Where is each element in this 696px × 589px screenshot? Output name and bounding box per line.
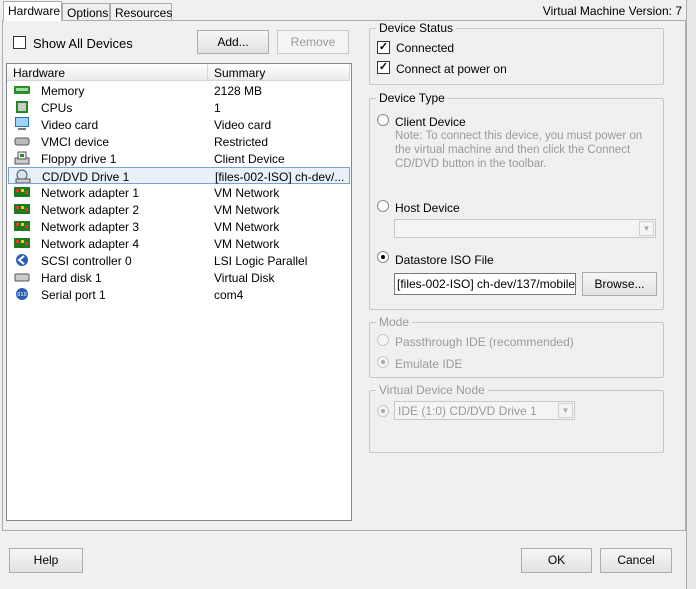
list-item[interactable]: SCSI controller 0 LSI Logic Parallel [8,252,350,269]
svg-text:010: 010 [17,292,27,298]
device-type-group: Device Type Client Device Note: To conne… [369,91,664,310]
add-button[interactable]: Add... [197,30,269,54]
item-summary: Video card [214,118,272,132]
datastore-iso-radio[interactable] [377,251,389,263]
item-name: CPUs [41,101,73,115]
item-name: Memory [41,84,85,98]
emulate-ide-radio[interactable] [377,356,389,368]
list-item[interactable]: Video card Video card [8,116,350,133]
item-name: Network adapter 2 [41,203,140,217]
tab-resources[interactable]: Resources [110,3,172,20]
client-device-note: Note: To connect this device, you must p… [395,130,643,170]
virtual-device-node-title: Virtual Device Node [376,383,488,397]
item-name: Hard disk 1 [41,271,102,285]
item-summary: Client Device [214,152,285,166]
item-name: CD/DVD Drive 1 [42,170,130,184]
item-summary: LSI Logic Parallel [214,254,308,268]
list-item[interactable]: Network adapter 4 VM Network [8,235,350,252]
iso-path-input[interactable]: [files-002-ISO] ch-dev/137/mobileiron [394,273,576,295]
item-summary: 2128 MB [214,84,263,98]
virtual-device-node-select[interactable]: IDE (1:0) CD/DVD Drive 1 ▼ [394,401,575,420]
ok-button[interactable]: OK [521,548,592,573]
item-summary: VM Network [214,203,280,217]
client-device-radio[interactable] [377,114,389,126]
mode-group: Mode Passthrough IDE (recommended) Emula… [369,315,664,378]
help-button[interactable]: Help [9,548,83,573]
list-item[interactable]: VMCI device Restricted [8,133,350,150]
hardware-list[interactable]: Hardware Summary Memory 2128 MB CPUs 1 Video… [6,63,352,521]
scrollbar[interactable] [686,0,696,589]
connected-label: Connected [396,41,455,55]
device-status-title: Device Status [376,21,457,35]
monitor-icon [15,117,29,130]
network-adapter-icon [14,221,30,231]
datastore-iso-label: Datastore ISO File [395,253,494,267]
scsi-controller-icon [16,254,28,266]
cpu-icon [16,101,28,113]
chevron-down-icon: ▼ [639,221,654,236]
tab-options[interactable]: Options [62,3,110,20]
list-item[interactable]: Floppy drive 1 Client Device [8,150,350,167]
cancel-button[interactable]: Cancel [600,548,672,573]
list-item[interactable]: Network adapter 2 VM Network [8,201,350,218]
item-name: Floppy drive 1 [41,152,117,166]
item-name: Serial port 1 [41,288,106,302]
emulate-ide-label: Emulate IDE [395,357,463,371]
device-status-group: Device Status ✓ Connected ✓ Connect at p… [369,21,664,85]
host-device-select[interactable]: ▼ [394,219,656,238]
item-summary: VM Network [214,220,280,234]
network-adapter-icon [14,187,30,197]
item-name: Video card [41,118,99,132]
network-adapter-icon [14,204,30,214]
list-item[interactable]: CD/DVD Drive 1 [files-002-ISO] ch-dev/... [8,167,350,184]
passthrough-ide-label: Passthrough IDE (recommended) [395,335,574,349]
item-summary: Virtual Disk [214,271,275,285]
device-type-title: Device Type [376,91,448,105]
list-item[interactable]: Hard disk 1 Virtual Disk [8,269,350,286]
tab-hardware[interactable]: Hardware [3,1,62,21]
item-name: Network adapter 4 [41,237,140,251]
item-summary: [files-002-ISO] ch-dev/... [215,170,345,184]
column-header-summary[interactable]: Summary [208,64,350,81]
host-device-radio[interactable] [377,200,389,212]
item-name: VMCI device [41,135,110,149]
passthrough-ide-radio[interactable] [377,334,389,346]
vm-version: Virtual Machine Version: 7 [542,4,682,18]
item-name: Network adapter 1 [41,186,140,200]
remove-button[interactable]: Remove [277,30,349,54]
item-summary: 1 [214,101,221,115]
item-summary: Restricted [214,135,269,149]
floppy-icon [14,151,30,165]
list-item[interactable]: Network adapter 3 VM Network [8,218,350,235]
item-summary: VM Network [214,186,280,200]
show-all-devices-label: Show All Devices [33,36,133,51]
list-item[interactable]: CPUs 1 [8,99,350,116]
list-item[interactable]: Memory 2128 MB [8,82,350,99]
item-name: SCSI controller 0 [41,254,132,268]
hard-disk-icon [14,273,30,282]
item-summary: VM Network [214,237,280,251]
item-name: Network adapter 3 [41,220,140,234]
client-device-label: Client Device [395,115,466,129]
virtual-device-node-group: Virtual Device Node IDE (1:0) CD/DVD Dri… [369,383,664,453]
show-all-devices-checkbox[interactable] [13,36,26,49]
list-item[interactable]: Network adapter 1 VM Network [8,184,350,201]
vmci-device-icon [14,137,30,146]
connect-at-power-on-checkbox[interactable]: ✓ [377,61,390,74]
serial-port-icon: 010 [16,288,28,300]
host-device-label: Host Device [395,201,460,215]
mode-title: Mode [376,315,413,329]
chevron-down-icon: ▼ [558,403,573,418]
network-adapter-icon [14,238,30,248]
connect-at-power-on-label: Connect at power on [396,62,507,76]
virtual-device-node-value: IDE (1:0) CD/DVD Drive 1 [398,404,537,418]
connected-checkbox[interactable]: ✓ [377,41,390,54]
memory-icon [14,86,30,94]
item-summary: com4 [214,288,244,302]
column-header-hardware[interactable]: Hardware [7,64,208,81]
list-item[interactable]: 010 Serial port 1 com4 [8,286,350,303]
cd-dvd-icon [15,169,31,183]
browse-button[interactable]: Browse... [582,272,657,296]
virtual-device-node-radio[interactable] [377,405,389,417]
